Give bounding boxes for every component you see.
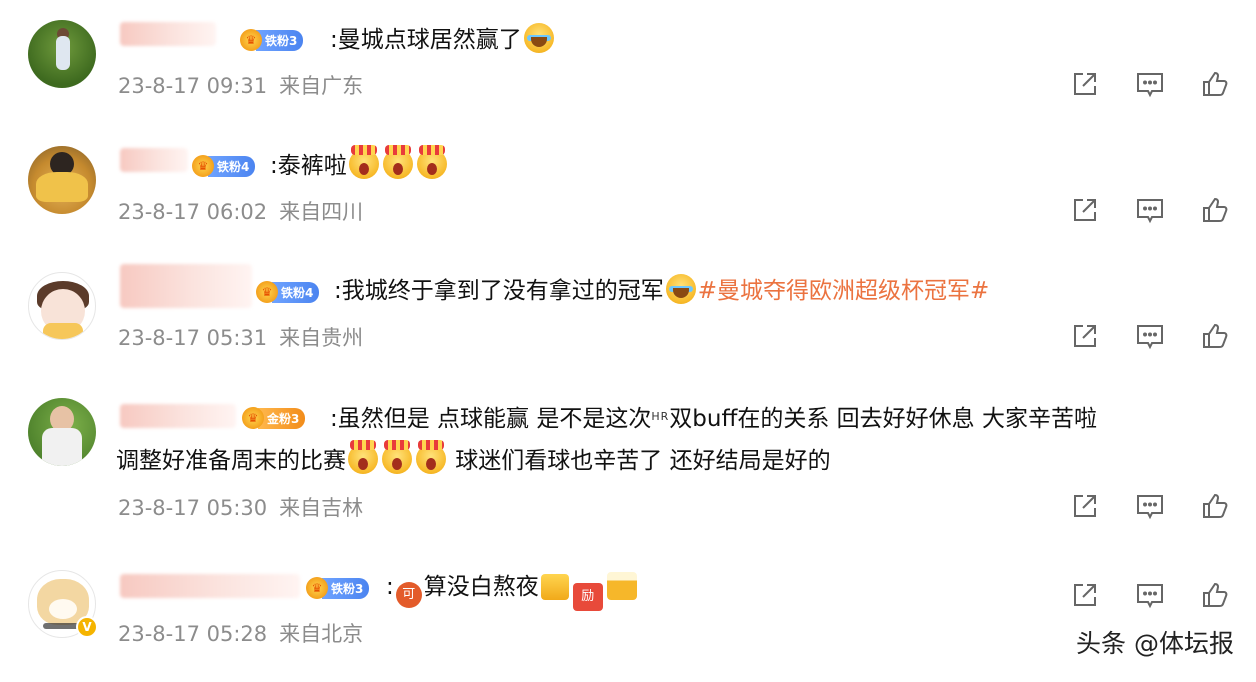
- like-icon: [1203, 197, 1228, 222]
- location: 来自广东: [279, 74, 364, 98]
- like-button[interactable]: [1198, 67, 1232, 101]
- fan-badge[interactable]: ♛ 铁粉4: [192, 155, 256, 177]
- timestamp: 23-8-17 05:28: [118, 622, 268, 646]
- comment-button[interactable]: [1133, 578, 1167, 612]
- comment-meta: 23-8-17 06:02 来自四川: [118, 196, 363, 226]
- shocked-emoji-icon: [348, 145, 379, 179]
- comment-text: :我城终于拿到了没有拿过的冠军 #曼城夺得欧洲超级杯冠军#: [334, 268, 989, 314]
- shocked-emoji-icon: [382, 440, 412, 474]
- share-icon: [1074, 199, 1096, 221]
- crying-emoji-icon: [665, 274, 696, 304]
- shocked-emoji-icon: [416, 440, 446, 474]
- comment-icon: [1137, 73, 1163, 98]
- comment-meta: 23-8-17 05:30 来自吉林: [118, 492, 363, 522]
- location: 来自四川: [279, 200, 364, 224]
- comment-text-line-2: 调整好准备周末的比赛 球迷们看球也辛苦了 还好结局是好的: [116, 438, 831, 484]
- share-button[interactable]: [1068, 319, 1102, 353]
- verified-badge-icon: V: [76, 616, 98, 638]
- shocked-emoji-icon: [382, 145, 413, 179]
- comment-meta: 23-8-17 05:28 来自北京: [118, 618, 363, 648]
- share-button[interactable]: [1068, 578, 1102, 612]
- comment-text: :曼城点球居然赢了: [330, 17, 556, 63]
- fan-badge[interactable]: ♛ 铁粉3: [306, 577, 370, 599]
- fan-badge[interactable]: ♛ 铁粉4: [256, 281, 320, 303]
- username-blurred[interactable]: [120, 148, 188, 172]
- timestamp: 23-8-17 05:30: [118, 496, 268, 520]
- comment-icon: [1137, 199, 1163, 224]
- comment-icon: [1137, 325, 1163, 350]
- comment-button[interactable]: [1133, 319, 1167, 353]
- like-button[interactable]: [1198, 193, 1232, 227]
- crown-icon: ♛: [306, 577, 328, 599]
- timestamp: 23-8-17 06:02: [118, 200, 268, 224]
- crown-icon: ♛: [242, 407, 264, 429]
- comment-button[interactable]: [1133, 489, 1167, 523]
- comment-actions: [1068, 578, 1232, 612]
- crown-icon: ♛: [192, 155, 214, 177]
- avatar[interactable]: [28, 146, 96, 214]
- like-button[interactable]: [1198, 489, 1232, 523]
- timestamp: 23-8-17 05:31: [118, 326, 268, 350]
- username-blurred[interactable]: [120, 22, 216, 46]
- share-icon: [1074, 584, 1096, 606]
- avatar[interactable]: [28, 272, 96, 340]
- like-icon: [1203, 323, 1228, 348]
- comment-actions: [1068, 67, 1232, 101]
- username-blurred[interactable]: [120, 264, 252, 308]
- share-button[interactable]: [1068, 489, 1102, 523]
- crown-icon: ♛: [256, 281, 278, 303]
- comment-actions: [1068, 193, 1232, 227]
- fan-badge[interactable]: ♛ 金粉3: [242, 407, 306, 429]
- location: 来自北京: [279, 622, 364, 646]
- share-icon: [1074, 325, 1096, 347]
- shocked-emoji-icon: [416, 145, 447, 179]
- comment-actions: [1068, 319, 1232, 353]
- username-blurred[interactable]: [120, 574, 300, 598]
- avatar[interactable]: [28, 20, 96, 88]
- shocked-emoji-icon: [348, 440, 378, 474]
- comment-icon: [1137, 584, 1163, 609]
- hashtag-link[interactable]: #曼城夺得欧洲超级杯冠军#: [698, 278, 990, 304]
- share-button[interactable]: [1068, 67, 1102, 101]
- comment-text-line-1: :虽然但是 点球能赢 是不是这次HR双buff在的关系 回去好好休息 大家辛苦啦: [330, 406, 1097, 432]
- comment-button[interactable]: [1133, 193, 1167, 227]
- share-icon: [1074, 73, 1096, 95]
- red-badge-emoji-icon: 励: [572, 583, 603, 611]
- like-icon: [1203, 493, 1228, 518]
- comment-text: : 可算没白熬夜励: [386, 564, 639, 611]
- avatar[interactable]: [28, 398, 96, 466]
- like-button[interactable]: [1198, 578, 1232, 612]
- comment-actions: [1068, 489, 1232, 523]
- thumbs-up-emoji-icon: [540, 574, 569, 600]
- crying-emoji-icon: [523, 23, 554, 53]
- beer-cheers-emoji-icon: [606, 572, 637, 600]
- crown-icon: ♛: [240, 29, 262, 51]
- share-icon: [1074, 495, 1096, 517]
- location: 来自吉林: [279, 496, 364, 520]
- source-watermark: 头条 @体坛报: [1076, 629, 1234, 658]
- like-button[interactable]: [1198, 319, 1232, 353]
- like-icon: [1203, 71, 1228, 96]
- fan-badge[interactable]: ♛ 铁粉3: [240, 29, 304, 51]
- location: 来自贵州: [279, 326, 364, 350]
- comment-meta: 23-8-17 05:31 来自贵州: [118, 322, 363, 352]
- comment-button[interactable]: [1133, 67, 1167, 101]
- comment-meta: 23-8-17 09:31 来自广东: [118, 70, 363, 100]
- share-button[interactable]: [1068, 193, 1102, 227]
- comment-text: :泰裤啦: [270, 143, 449, 189]
- like-icon: [1203, 582, 1228, 607]
- username-blurred[interactable]: [120, 404, 236, 428]
- comment-icon: [1137, 495, 1163, 520]
- ke-tag-icon: 可: [395, 582, 422, 608]
- timestamp: 23-8-17 09:31: [118, 74, 268, 98]
